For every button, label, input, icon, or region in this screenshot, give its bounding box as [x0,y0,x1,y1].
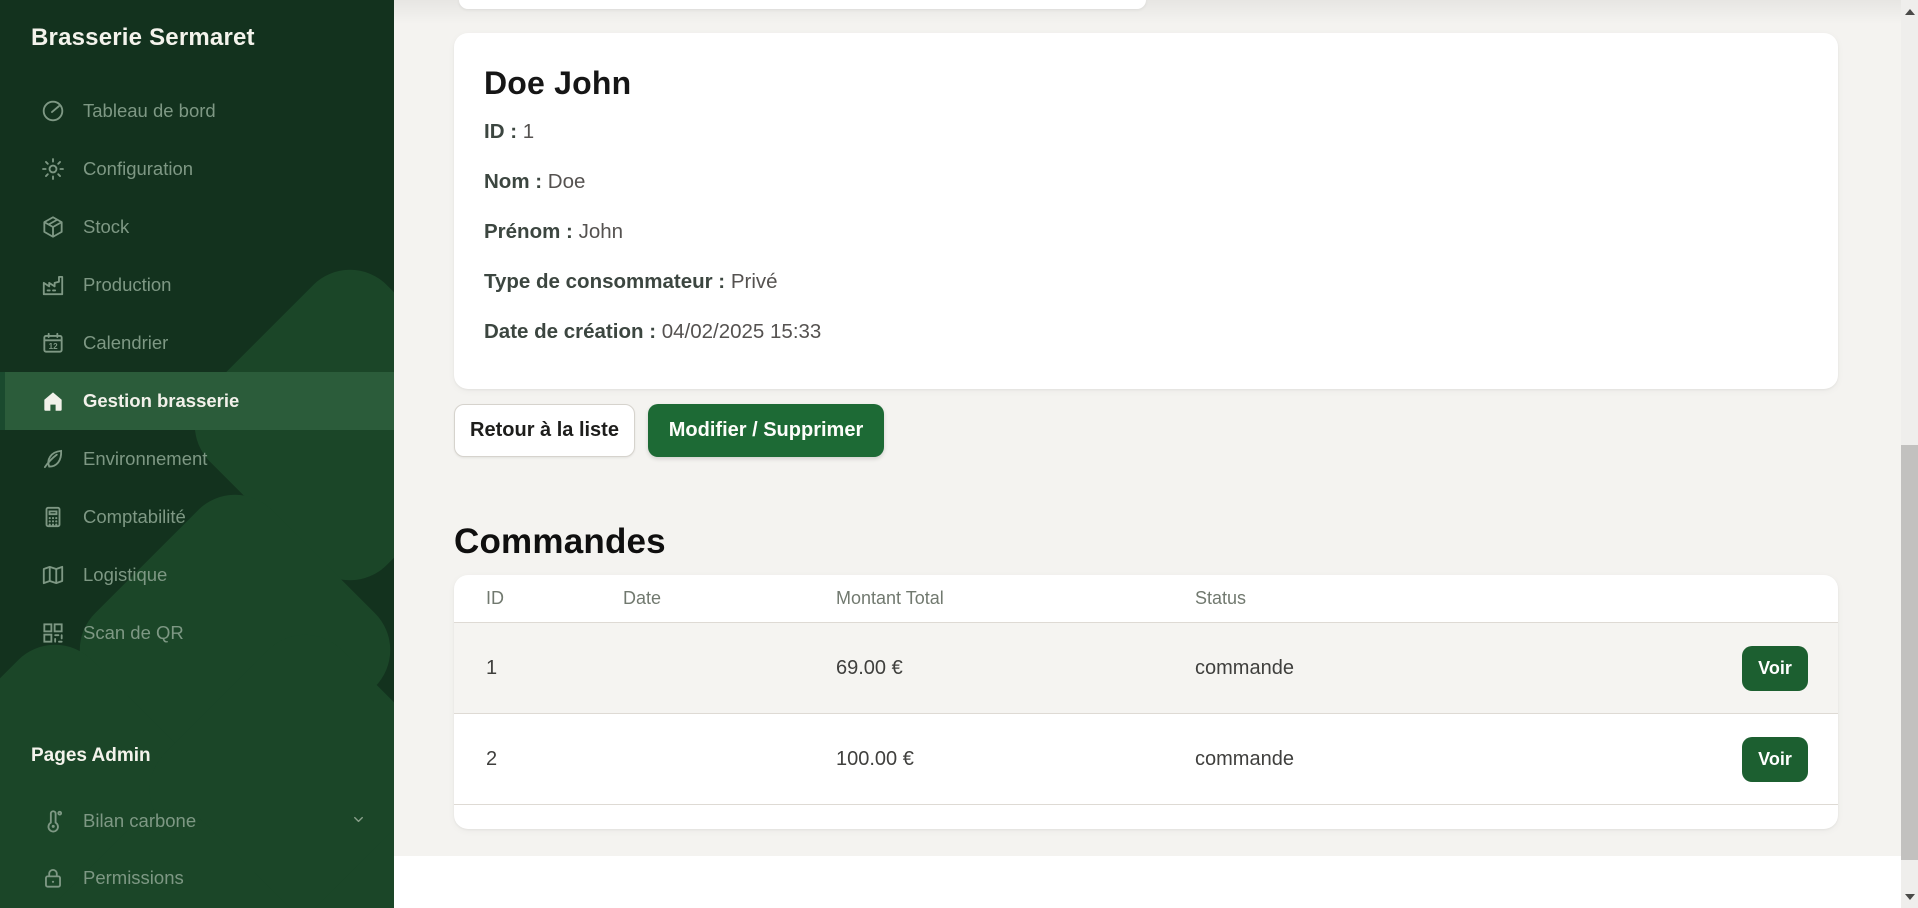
cell-montant-total: 100.00 € [836,748,1195,771]
table-row: 1 69.00 €commandeVoir [454,623,1838,714]
field-value: John [579,220,623,243]
sidebar-item-label: Comptabilité [83,506,186,528]
sidebar-item-gestion-brasserie[interactable]: Gestion brasserie [0,372,394,430]
field-label: Nom : [484,170,542,193]
gear-icon [40,156,66,182]
sidebar-item-bilan-carbone[interactable]: Bilan carbone [0,792,394,849]
sidebar-item-label: Gestion brasserie [83,390,239,412]
detail-field: Type de consommateur : Privé [484,267,1808,296]
consumer-detail-card: Doe John ID : 1 Nom : Doe Prénom : John Typ… [454,33,1838,389]
back-to-list-button[interactable]: Retour à la liste [454,404,635,457]
sidebar-item-label: Tableau de bord [83,100,216,122]
sidebar-item-logistique[interactable]: Logistique [0,546,394,604]
sidebar-item-permissions[interactable]: Permissions [0,849,394,906]
sidebar-item-label: Production [83,274,171,296]
column-header-id: ID [454,588,623,609]
sidebar-item-configuration[interactable]: Configuration [0,140,394,198]
main-content: Doe John ID : 1 Nom : Doe Prénom : John Typ… [394,0,1918,908]
app-title: Brasserie Sermaret [31,24,255,52]
sidebar-main-nav: Tableau de bord Configuration Stock Product… [0,82,394,662]
field-value: Doe [548,170,586,193]
home-icon [40,388,66,414]
sidebar-item-label: Scan de QR [83,622,184,644]
sidebar-item-stock[interactable]: Stock [0,198,394,256]
sidebar-admin-nav: Bilan carbone Permissions [0,792,394,906]
sidebar-item-label: Calendrier [83,332,168,354]
admin-section-title: Pages Admin [31,745,151,767]
sidebar-item-calendrier[interactable]: 12 Calendrier [0,314,394,372]
detail-field: Nom : Doe [484,167,1808,196]
cell-status: commande [1195,657,1742,680]
map-icon [40,562,66,588]
app-window: Brasserie Sermaret Tableau de bord Config… [0,0,1918,908]
column-header-montant-total: Montant Total [836,588,1195,609]
consumer-fields: ID : 1 Nom : Doe Prénom : John Type de cons… [484,117,1808,346]
sidebar-item-scan-de-qr[interactable]: Scan de QR [0,604,394,662]
page-bottom-background [394,856,1918,908]
field-label: Date de création : [484,320,656,343]
edit-delete-button[interactable]: Modifier / Supprimer [648,404,884,457]
lock-icon [40,865,66,891]
scroll-up-icon[interactable] [1901,3,1918,20]
qr-icon [40,620,66,646]
orders-section-title: Commandes [454,522,666,562]
cell-status: commande [1195,748,1742,771]
voir-button[interactable]: Voir [1742,737,1808,782]
column-header-date: Date [623,588,836,609]
cell-montant-total: 69.00 € [836,657,1195,680]
sidebar-item-tableau-de-bord[interactable]: Tableau de bord [0,82,394,140]
field-value: 1 [523,120,534,143]
field-value: 04/02/2025 15:33 [662,320,822,343]
vertical-scrollbar[interactable] [1901,0,1918,908]
calendar-icon: 12 [40,330,66,356]
field-value: Privé [731,270,778,293]
sidebar-item-environnement[interactable]: Environnement [0,430,394,488]
voir-button[interactable]: Voir [1742,646,1808,691]
sidebar-item-label: Permissions [83,867,184,889]
cell-id: 1 [454,657,623,680]
thermometer-icon [40,808,66,834]
scrollbar-thumb[interactable] [1901,445,1918,860]
orders-table-header: IDDateMontant TotalStatus [454,575,1838,623]
detail-field: Date de création : 04/02/2025 15:33 [484,317,1808,346]
svg-text:12: 12 [49,342,59,351]
field-label: Prénom : [484,220,573,243]
consumer-name-title: Doe John [484,66,1808,101]
leaf-icon [40,446,66,472]
column-header-status: Status [1195,588,1742,609]
table-row: 2 100.00 €commandeVoir [454,714,1838,805]
orders-table-body: 169.00 €commandeVoir2100.00 €commandeVoi… [454,623,1838,805]
chevron-down-icon[interactable] [351,810,366,832]
sidebar: Brasserie Sermaret Tableau de bord Config… [0,0,394,908]
box-icon [40,214,66,240]
sidebar-item-label: Environnement [83,448,207,470]
gauge-icon [40,98,66,124]
sidebar-item-label: Configuration [83,158,193,180]
detail-field: ID : 1 [484,117,1808,146]
sidebar-item-label: Stock [83,216,129,238]
orders-table: IDDateMontant TotalStatus 169.00 €comman… [454,575,1838,829]
field-label: ID : [484,120,517,143]
scroll-down-icon[interactable] [1901,888,1918,905]
factory-icon [40,272,66,298]
sidebar-item-label: Bilan carbone [83,810,196,832]
sidebar-item-label: Logistique [83,564,167,586]
field-label: Type de consommateur : [484,270,725,293]
previous-card-edge [459,0,1146,9]
cell-id: 2 [454,748,623,771]
sidebar-item-production[interactable]: Production [0,256,394,314]
calculator-icon [40,504,66,530]
sidebar-item-comptabilit-[interactable]: Comptabilité [0,488,394,546]
detail-field: Prénom : John [484,217,1808,246]
